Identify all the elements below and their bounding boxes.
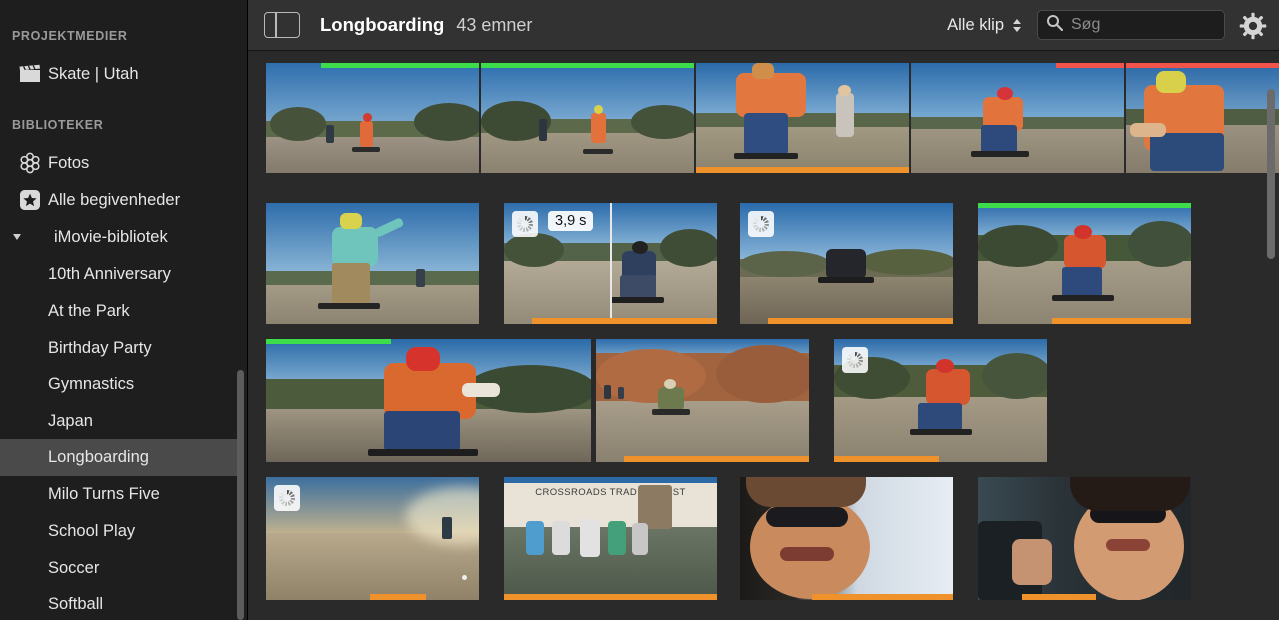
media-browser: Longboarding 43 emner Alle klip Søg 3,9 … [248, 0, 1279, 620]
keyword-marker [1022, 594, 1096, 600]
sidebar-event-milo-turns-five[interactable]: Milo Turns Five [0, 476, 238, 513]
rejected-marker [1126, 63, 1279, 68]
clip-thumbnail[interactable] [978, 203, 1191, 324]
keyword-marker [768, 318, 953, 324]
keyword-marker [532, 318, 717, 324]
sidebar-event-at-the-park[interactable]: At the Park [0, 293, 238, 330]
loading-spinner-icon [748, 211, 774, 237]
sidebar-item-alle-begivenheder[interactable]: Alle begivenheder [0, 182, 248, 218]
clip-thumbnail[interactable] [266, 339, 591, 462]
clip-thumbnail[interactable] [596, 339, 809, 462]
sidebar-event-label: Birthday Party [48, 339, 152, 357]
duration-badge: 3,9 s [548, 211, 594, 231]
sidebar-section-biblioteker: BIBLIOTEKER [12, 118, 104, 132]
imovie-window: PROJEKTMEDIER Skate | Utah BIBLIOTEKER F… [0, 0, 1279, 620]
toolbar: Longboarding 43 emner Alle klip Søg [248, 0, 1279, 51]
sidebar-toggle-icon[interactable] [264, 12, 300, 38]
page-title: Longboarding [320, 14, 445, 35]
keyword-marker [504, 594, 717, 600]
sidebar: PROJEKTMEDIER Skate | Utah BIBLIOTEKER F… [0, 0, 248, 620]
sidebar-section-projektmedier: PROJEKTMEDIER [12, 29, 128, 43]
star-icon [18, 188, 48, 212]
sidebar-event-label: 10th Anniversary [48, 265, 171, 283]
sidebar-event-label: Gymnastics [48, 375, 135, 393]
sidebar-item-skate-utah[interactable]: Skate | Utah [0, 56, 248, 92]
sidebar-event-label: Longboarding [48, 448, 149, 466]
sidebar-event-label: At the Park [48, 302, 130, 320]
sidebar-event-birthday-party[interactable]: Birthday Party [0, 330, 238, 367]
rejected-marker [1056, 63, 1124, 68]
clip-thumbnail[interactable] [266, 203, 479, 324]
keyword-marker [1052, 318, 1191, 324]
clip-thumbnail[interactable] [834, 339, 1047, 462]
sidebar-item-label: Fotos [48, 153, 90, 172]
sidebar-item-label: Skate | Utah [48, 64, 139, 83]
clip-thumbnail[interactable]: 3,9 s [504, 203, 717, 324]
clip-filter-popup[interactable]: Alle klip [947, 16, 1021, 35]
disclosure-triangle-icon[interactable] [13, 233, 48, 241]
loading-spinner-icon [842, 347, 868, 373]
sidebar-event-gymnastics[interactable]: Gymnastics [0, 366, 238, 403]
favorite-marker [321, 63, 479, 68]
search-field[interactable]: Søg [1037, 10, 1225, 40]
clip-thumbnail[interactable] [266, 477, 479, 600]
sidebar-event-school-play[interactable]: School Play [0, 513, 238, 550]
sidebar-event-label: Japan [48, 412, 93, 430]
clip-thumbnail[interactable]: CROSSROADS TRADING POST [504, 477, 717, 600]
clip-thumbnail[interactable] [481, 63, 694, 173]
keyword-marker [812, 594, 953, 600]
clapperboard-icon [18, 64, 48, 84]
sidebar-event-label: Milo Turns Five [48, 485, 160, 503]
clip-grid[interactable]: 3,9 s CROSSROADS TRADING POST [248, 51, 1279, 620]
keyword-marker [370, 594, 426, 600]
clip-thumbnail[interactable] [266, 63, 479, 173]
favorite-marker [978, 203, 1191, 208]
favorite-marker [266, 339, 391, 344]
sidebar-item-imovie-bibliotek[interactable]: iMovie-bibliotek [0, 219, 248, 255]
sidebar-item-fotos[interactable]: Fotos [0, 145, 248, 181]
search-placeholder: Søg [1071, 16, 1101, 33]
clip-thumbnail[interactable] [911, 63, 1124, 173]
keyword-marker [624, 456, 809, 462]
clip-thumbnail[interactable] [978, 477, 1191, 600]
sidebar-event-10th-anniversary[interactable]: 10th Anniversary [0, 256, 238, 293]
clip-thumbnail[interactable] [1126, 63, 1279, 173]
loading-spinner-icon [512, 211, 538, 237]
sidebar-event-japan[interactable]: Japan [0, 403, 238, 440]
sidebar-item-label: Alle begivenheder [48, 190, 181, 209]
gear-icon[interactable] [1239, 12, 1267, 40]
sidebar-event-longboarding[interactable]: Longboarding [0, 439, 238, 476]
chevron-updown-icon[interactable] [1013, 18, 1021, 32]
clip-thumbnail[interactable] [740, 477, 953, 600]
sidebar-event-label: Soccer [48, 559, 100, 577]
clip-filter-label: Alle klip [947, 15, 1004, 34]
photos-flower-icon [18, 151, 48, 175]
sidebar-scrollbar-thumb[interactable] [237, 370, 244, 620]
item-count: 43 emner [456, 14, 533, 35]
grid-scrollbar-thumb[interactable] [1267, 89, 1275, 259]
clip-thumbnail[interactable] [740, 203, 953, 324]
sidebar-scrollbar[interactable] [237, 0, 246, 620]
playhead [610, 203, 612, 324]
loading-spinner-icon [274, 485, 300, 511]
sidebar-event-label: School Play [48, 522, 136, 540]
sidebar-event-soccer[interactable]: Soccer [0, 550, 238, 587]
sidebar-event-label: Softball [48, 595, 104, 613]
sidebar-item-label: iMovie-bibliotek [54, 227, 168, 246]
keyword-marker [834, 456, 939, 462]
favorite-marker [481, 63, 694, 68]
search-icon [1046, 14, 1064, 36]
clip-thumbnail[interactable] [696, 63, 909, 173]
sidebar-event-softball[interactable]: Softball [0, 586, 238, 620]
keyword-marker [696, 167, 909, 173]
sign-text: CROSSROADS TRADING POST [535, 487, 686, 498]
